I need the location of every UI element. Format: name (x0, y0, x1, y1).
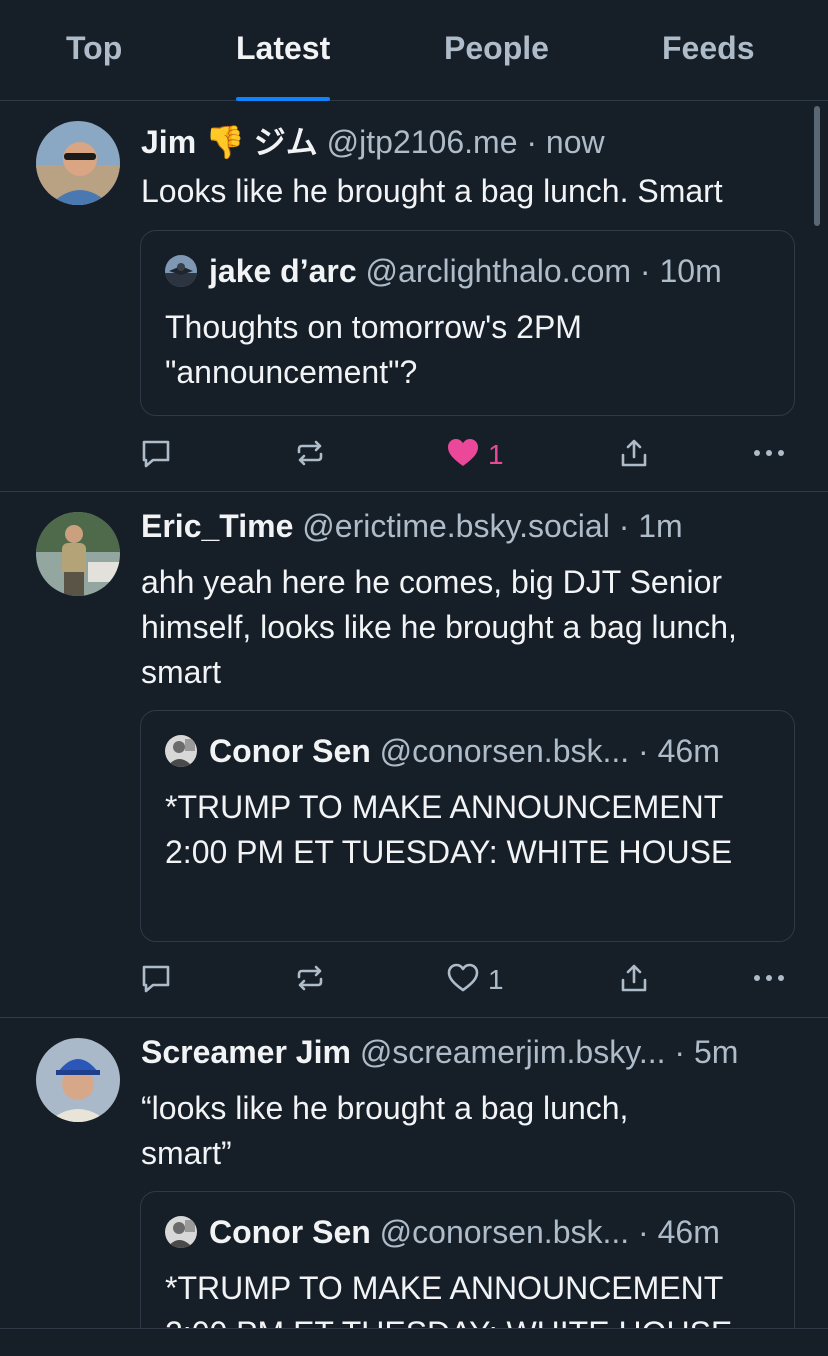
like-count: 1 (488, 439, 504, 470)
author-name[interactable]: Screamer Jim (141, 1034, 351, 1070)
post-header: Jim 👎 ジム @jtp2106.me · now (141, 117, 808, 163)
repost-button[interactable] (294, 960, 326, 1000)
tab-latest[interactable]: Latest (236, 30, 331, 101)
quoted-post-header: jake d’arc @arclighthalo.com · 10m (165, 253, 772, 290)
post-text: Looks like he brought a bag lunch. Smart (141, 173, 723, 209)
repost-button[interactable] (294, 435, 326, 475)
quoted-post-time: · 46m (638, 733, 720, 769)
quoted-post[interactable]: Conor Sen @conorsen.bsk... · 46m *TRUMP … (140, 1191, 795, 1328)
post-text: ahh yeah here he comes, big DJT Senior h… (141, 564, 737, 690)
reply-icon (140, 437, 172, 474)
share-button[interactable] (618, 435, 650, 475)
quoted-post-text: *TRUMP TO MAKE ANNOUNCEMENT 2:00 PM ET T… (165, 1270, 732, 1328)
like-button[interactable]: 1 (446, 960, 504, 1000)
like-count: 1 (488, 964, 504, 995)
repost-icon (294, 437, 326, 474)
post[interactable]: Jim 👎 ジム @jtp2106.me · now Looks like he… (0, 101, 828, 492)
quoted-post-time: · 10m (639, 253, 722, 289)
quoted-author-name: Conor Sen (209, 1214, 371, 1250)
tab-feeds[interactable]: Feeds (662, 30, 754, 100)
bottom-bar (0, 1328, 828, 1356)
post-time: · now (526, 124, 605, 160)
more-button[interactable] (752, 960, 786, 1000)
quoted-author-name: Conor Sen (209, 733, 371, 769)
post[interactable]: Eric_Time @erictime.bsky.social · 1m ahh… (0, 492, 828, 1018)
more-icon (752, 962, 786, 999)
quoted-post-text: *TRUMP TO MAKE ANNOUNCEMENT 2:00 PM ET T… (165, 789, 733, 870)
quoted-post-text: Thoughts on tomorrow's 2PM "announcement… (165, 309, 582, 390)
author-handle[interactable]: @screamerjim.bsky... (360, 1034, 666, 1070)
quoted-post[interactable]: Conor Sen @conorsen.bsk... · 46m *TRUMP … (140, 710, 795, 942)
author-handle[interactable]: @erictime.bsky.social (302, 508, 610, 544)
tab-people[interactable]: People (444, 30, 549, 100)
avatar[interactable] (36, 512, 120, 596)
quoted-author-handle: @conorsen.bsk... (379, 733, 630, 769)
quoted-post[interactable]: jake d’arc @arclighthalo.com · 10m Thoug… (140, 230, 795, 416)
tab-latest-label: Latest (236, 30, 331, 66)
more-icon (752, 437, 786, 474)
author-handle[interactable]: @jtp2106.me (327, 124, 518, 160)
reply-button[interactable] (140, 960, 172, 1000)
quoted-author-name: jake d’arc (209, 253, 357, 289)
post-header: Screamer Jim @screamerjim.bsky... · 5m (141, 1034, 808, 1071)
share-icon (618, 437, 650, 474)
quoted-author-handle: @arclighthalo.com (365, 253, 632, 289)
repost-icon (294, 962, 326, 999)
reply-icon (140, 962, 172, 999)
post-actions: 1 (140, 435, 800, 475)
share-button[interactable] (618, 960, 650, 1000)
quoted-post-header: Conor Sen @conorsen.bsk... · 46m (165, 1214, 772, 1251)
share-icon (618, 962, 650, 999)
quoted-post-time: · 46m (638, 1214, 720, 1250)
post-header: Eric_Time @erictime.bsky.social · 1m (141, 508, 808, 545)
tab-top[interactable]: Top (66, 30, 122, 100)
more-button[interactable] (752, 435, 786, 475)
quoted-post-header: Conor Sen @conorsen.bsk... · 46m (165, 733, 772, 770)
quoted-author-handle: @conorsen.bsk... (379, 1214, 630, 1250)
quoted-avatar (165, 735, 197, 767)
post-text: “looks like he brought a bag lunch, smar… (141, 1090, 629, 1171)
author-name[interactable]: Jim 👎 ジム (141, 124, 318, 160)
reply-button[interactable] (140, 435, 172, 475)
post[interactable]: Screamer Jim @screamerjim.bsky... · 5m “… (0, 1018, 828, 1328)
avatar[interactable] (36, 1038, 120, 1122)
post-time: · 1m (618, 508, 683, 544)
heart-filled-icon (446, 437, 480, 474)
post-time: · 5m (674, 1034, 739, 1070)
like-button[interactable]: 1 (446, 435, 504, 475)
post-actions: 1 (140, 960, 800, 1000)
author-name[interactable]: Eric_Time (141, 508, 293, 544)
heart-outline-icon (446, 962, 480, 999)
quoted-avatar (165, 1216, 197, 1248)
quoted-avatar (165, 255, 197, 287)
feed-tabs: Top Latest People Feeds (0, 0, 828, 101)
avatar[interactable] (36, 121, 120, 205)
